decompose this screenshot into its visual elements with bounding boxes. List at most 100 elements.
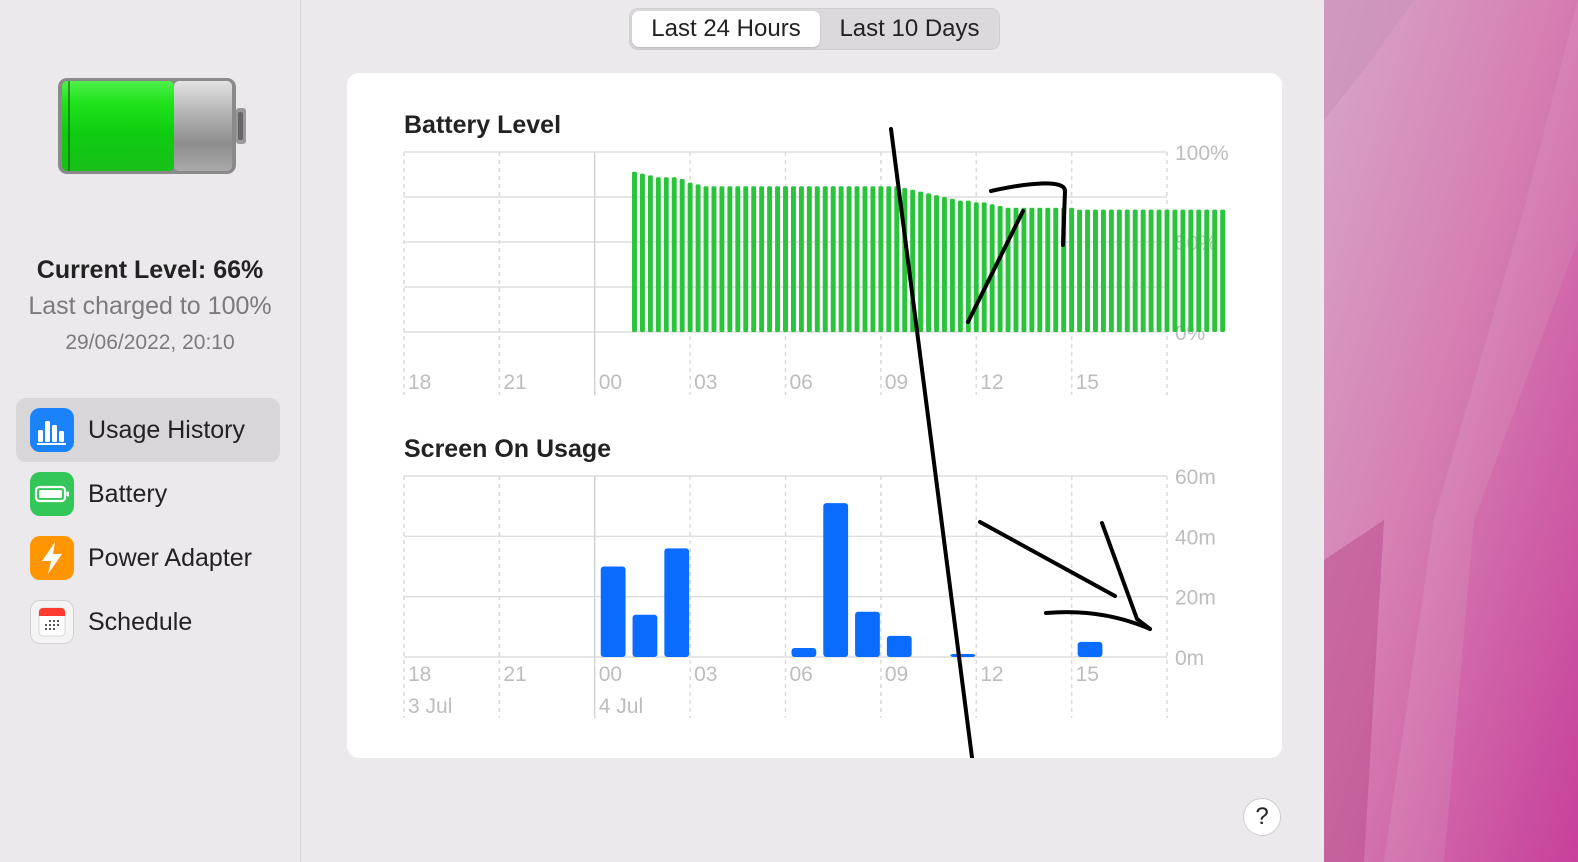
battery-level-bar [1029,207,1035,332]
screen-usage-bar [600,566,626,657]
x-tick-label: 21 [503,663,526,686]
battery-level-bar [1053,207,1059,332]
x-tick-label: 15 [1076,663,1099,686]
battery-level-bar [918,191,924,332]
battery-level-bar [735,186,741,332]
battery-level-bar [1180,209,1186,332]
x-tick-label: 00 [599,663,622,686]
lightning-bolt-icon [30,536,74,580]
screen-usage-bar [886,635,912,657]
battery-level-bar [886,186,892,332]
y-tick-label: 40m [1175,526,1216,549]
y-tick-label: 20m [1175,587,1216,610]
battery-level-bar [814,186,820,332]
calendar-icon [30,600,74,644]
battery-level-chart: Battery Level100%50%0%18 21 00 03 06 09 12 15 [403,111,1229,395]
battery-level-bar [997,206,1003,332]
battery-level-bar [632,171,637,332]
sidebar: Current Level: 66% Last charged to 100% … [0,0,301,862]
battery-level-bar [671,177,677,332]
battery-level-bar [1132,209,1138,332]
x-tick-label: 00 [599,371,622,394]
battery-level-bar [1172,209,1178,332]
main-pane: Last 24 Hours Last 10 Days Battery Level… [301,0,1323,862]
battery-level-bar [830,186,836,332]
battery-level-icon [58,78,246,174]
battery-level-bar [679,179,685,332]
battery-icon [30,472,74,516]
x-tick-label: 21 [503,371,526,394]
sidebar-item-label: Usage History [88,416,245,444]
battery-level-bar [934,195,939,332]
x-tick-label: 12 [980,663,1003,686]
x-tick-label: 06 [790,663,813,686]
battery-level-bar [743,186,749,332]
segment-last-10-days[interactable]: Last 10 Days [822,11,997,47]
battery-level-bar [775,186,781,332]
battery-level-bar [719,186,725,332]
battery-level-bar [949,198,955,332]
sidebar-item-power-adapter[interactable]: Power Adapter [16,526,280,590]
y-tick-label: 0m [1175,647,1204,670]
battery-level-bar [687,182,693,332]
battery-level-bar [647,175,653,332]
battery-level-bar [703,186,709,332]
desktop-wallpaper [1324,0,1578,862]
chart-title: Screen On Usage [404,435,611,463]
y-tick-label: 100% [1175,142,1229,165]
screen-usage-bar [1077,641,1103,657]
screen-usage-bar [823,503,849,657]
help-button[interactable]: ? [1243,798,1281,836]
battery-level-bar [846,186,852,332]
screen-usage-bar [664,548,690,657]
battery-level-bar [1093,209,1098,332]
sidebar-item-battery[interactable]: Battery [16,462,280,526]
battery-level-bar [1188,209,1194,332]
battery-level-bar [838,186,844,332]
date-label: 4 Jul [599,695,643,718]
sidebar-item-schedule[interactable]: Schedule [16,590,280,654]
battery-level-bar [798,186,804,332]
sidebar-nav: Usage History Battery Power Adapter Sche… [16,398,280,654]
last-charged-date: 29/06/2022, 20:10 [65,331,235,354]
screen-usage-bar [791,647,817,657]
battery-level-bar [751,186,757,332]
battery-level-bar [727,186,733,332]
battery-level-bar [870,186,876,332]
battery-level-bar [1220,209,1226,332]
battery-level-bar [639,173,645,332]
bar-chart-icon [30,408,74,452]
battery-level-bar [1204,209,1210,332]
battery-level-bar [941,197,947,332]
battery-level-bar [981,202,987,332]
x-tick-label: 12 [980,371,1003,394]
battery-level-bar [957,200,963,332]
x-tick-label: 06 [790,371,813,394]
x-tick-label: 18 [408,371,431,394]
battery-level-bar [1037,207,1043,332]
x-tick-label: 09 [885,663,908,686]
battery-level-bar [783,186,788,332]
battery-level-bar [663,177,669,332]
screen-on-usage-chart: Screen On Usage 60m 40m 20m 0m 18 21 00 03 06 09 12… [403,435,1216,718]
battery-level-bar [806,186,812,332]
battery-level-bar [926,193,932,332]
battery-level-bar [1021,207,1027,332]
segment-last-24-hours[interactable]: Last 24 Hours [632,11,820,47]
x-tick-label: 18 [408,663,431,686]
battery-level-bar [790,186,796,332]
battery-level-bar [1100,209,1106,332]
battery-level-bar [862,186,868,332]
chart-title: Battery Level [404,111,561,139]
x-tick-label: 09 [885,371,908,394]
usage-charts-card: Battery Level 100% 50% 0% 18 21 00 03 06 09 12 15 S… [347,73,1282,775]
battery-level-bar [965,200,971,332]
screen-usage-bar [950,653,976,657]
battery-level-bar [695,184,701,332]
battery-level-bar [1077,209,1083,332]
battery-level-bar [822,186,828,332]
battery-level-bar [655,177,661,332]
sidebar-item-usage-history[interactable]: Usage History [16,398,280,462]
sidebar-item-label: Battery [88,480,168,508]
date-label: 3 Jul [408,695,452,718]
